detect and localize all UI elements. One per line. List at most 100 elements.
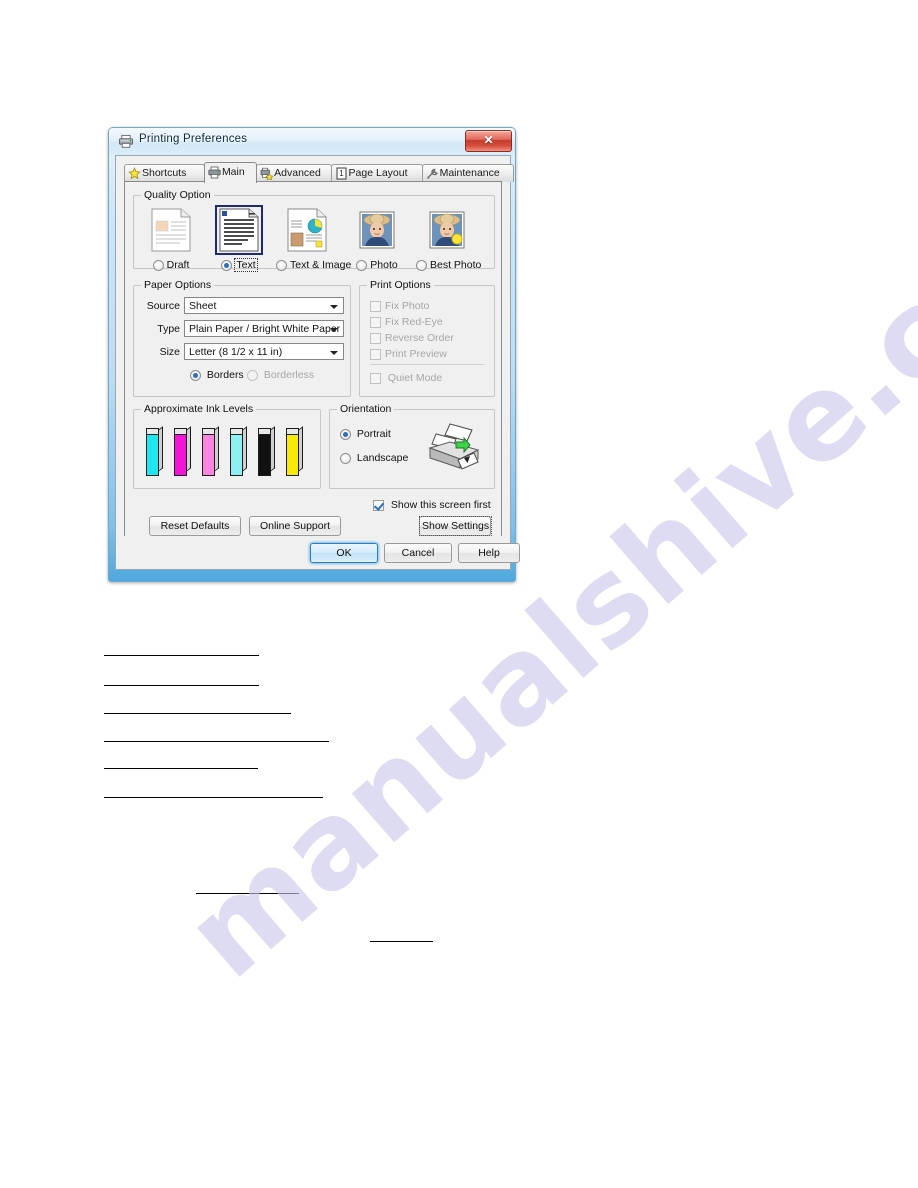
- portrait-radio[interactable]: [340, 428, 351, 440]
- quality-item-photo[interactable]: Photo: [346, 208, 408, 271]
- portrait-radio-row[interactable]: Portrait: [340, 428, 391, 440]
- tab-page-main: Quality Option Draft Text Text & Image Phot…: [124, 181, 502, 563]
- quality-radio-draft[interactable]: [152, 259, 164, 271]
- source-select[interactable]: Sheet: [184, 297, 344, 314]
- borders-radio[interactable]: [190, 369, 201, 381]
- help-button[interactable]: Help: [458, 543, 520, 563]
- quality-item-labelrow: Draft: [140, 259, 202, 271]
- show-settings-label: Show Settings: [418, 516, 493, 536]
- chevron-down-icon: [330, 305, 338, 309]
- print-option-label: Fix Photo: [385, 300, 430, 313]
- ink-cartridge-cap: [174, 428, 187, 435]
- source-value: Sheet: [189, 300, 217, 312]
- tab-maintenance[interactable]: Maintenance: [421, 164, 514, 182]
- page-layout-icon: 1: [335, 167, 348, 180]
- tab-advanced[interactable]: Advanced: [256, 164, 332, 182]
- size-select[interactable]: Letter (8 1/2 x 11 in): [184, 343, 344, 360]
- photo-thumb[interactable]: [356, 208, 398, 252]
- orientation-group: Orientation Portrait Landscape: [329, 403, 495, 489]
- quality-radio-text[interactable]: [221, 259, 233, 271]
- quality-item-labelrow: Text & Image: [276, 259, 351, 271]
- tab-shortcuts[interactable]: Shortcuts: [124, 164, 205, 182]
- quality-radio-best-photo[interactable]: [416, 259, 427, 271]
- landscape-radio[interactable]: [340, 452, 351, 464]
- dialog-button-bar: OK Cancel Help: [115, 536, 520, 570]
- print-option-fix-red-eye[interactable]: Fix Red-Eye: [370, 316, 443, 328]
- wrench-icon: [426, 167, 439, 180]
- quality-item-label: Photo: [370, 259, 398, 272]
- help-label: Help: [478, 547, 500, 559]
- document-rule: [104, 768, 258, 769]
- ink-cartridge-cap: [146, 428, 159, 435]
- reset-defaults-label: Reset Defaults: [160, 520, 230, 532]
- quality-radio-text-image[interactable]: [276, 259, 287, 271]
- ink-cartridge-body: [286, 434, 299, 476]
- print-option-checkbox[interactable]: [370, 332, 381, 344]
- borders-radio-row[interactable]: Borders: [190, 369, 244, 381]
- document-rule: [104, 713, 291, 714]
- online-support-label: Online Support: [259, 520, 331, 532]
- text-image-thumb[interactable]: [286, 208, 328, 252]
- document-rule: [196, 893, 299, 894]
- borderless-label: Borderless: [263, 369, 315, 382]
- type-label: Type: [157, 323, 180, 335]
- type-select[interactable]: Plain Paper / Bright White Paper: [184, 320, 344, 337]
- printer-icon: [118, 134, 134, 149]
- borderless-radio[interactable]: [247, 369, 258, 381]
- best-photo-thumb[interactable]: [426, 208, 468, 252]
- print-option-checkbox[interactable]: [370, 316, 381, 328]
- quality-item-text[interactable]: Text: [208, 205, 270, 273]
- quality-option-title: Quality Option: [141, 189, 214, 201]
- size-value: Letter (8 1/2 x 11 in): [189, 346, 283, 358]
- reset-defaults-button[interactable]: Reset Defaults: [149, 516, 241, 536]
- tab-page-layout[interactable]: 1 Page Layout: [330, 164, 423, 182]
- ink-cartridge-light-magenta: [202, 426, 219, 476]
- printer-icon: [208, 166, 221, 179]
- quality-item-labelrow: Best Photo: [416, 259, 481, 271]
- orientation-title: Orientation: [337, 403, 395, 415]
- close-button[interactable]: ✕: [465, 130, 512, 152]
- printer-3d-icon: [420, 420, 486, 478]
- star-icon: [128, 166, 141, 180]
- ink-cartridge-cap: [258, 428, 271, 435]
- document-rule: [104, 655, 259, 656]
- draft-thumb[interactable]: [150, 208, 192, 252]
- ink-cartridge-magenta: [174, 426, 191, 476]
- quality-item-label: Draft: [166, 259, 190, 272]
- landscape-radio-row[interactable]: Landscape: [340, 452, 408, 464]
- chevron-down-icon: [330, 328, 338, 332]
- ink-cartridge-yellow: [286, 426, 303, 476]
- print-option-print-preview[interactable]: Print Preview: [370, 348, 447, 360]
- borderless-radio-row[interactable]: Borderless: [247, 369, 314, 381]
- quality-radio-photo[interactable]: [356, 259, 368, 271]
- tab-main[interactable]: Main: [203, 162, 258, 183]
- tab-label: Maintenance: [439, 167, 500, 179]
- quality-item-text-image[interactable]: Text & Image: [276, 208, 351, 271]
- text-thumb[interactable]: [215, 205, 263, 255]
- quality-item-label: Text: [234, 258, 258, 273]
- ink-cartridge-light-cyan: [230, 426, 247, 476]
- print-option-reverse-order[interactable]: Reverse Order: [370, 332, 454, 344]
- ink-cartridge-body: [258, 434, 271, 476]
- quality-item-best-photo[interactable]: Best Photo: [416, 208, 481, 271]
- ink-cartridge-body: [146, 434, 159, 476]
- ok-button[interactable]: OK: [310, 543, 378, 563]
- chevron-down-icon: [330, 351, 338, 355]
- print-option-checkbox[interactable]: [370, 300, 381, 312]
- quiet-mode-checkbox[interactable]: [370, 372, 381, 384]
- window-client-area: Shortcuts Main Advanced 1 Page Layout Mainten…: [115, 155, 514, 570]
- paper-options-group: Paper Options Source Sheet Type Plain Pa…: [133, 279, 351, 397]
- show-first-row[interactable]: Show this screen first: [373, 499, 491, 511]
- print-option-checkbox[interactable]: [370, 348, 381, 360]
- ink-cartridge-cap: [202, 428, 215, 435]
- print-option-label: Fix Red-Eye: [385, 316, 443, 329]
- online-support-button[interactable]: Online Support: [249, 516, 341, 536]
- ink-cartridge-body: [202, 434, 215, 476]
- show-first-checkbox[interactable]: [373, 499, 384, 511]
- quality-item-draft[interactable]: Draft: [140, 208, 202, 271]
- quiet-mode-row[interactable]: Quiet Mode: [370, 372, 442, 384]
- cancel-button[interactable]: Cancel: [384, 543, 452, 563]
- print-option-fix-photo[interactable]: Fix Photo: [370, 300, 429, 312]
- ink-cartridge-body: [230, 434, 243, 476]
- show-settings-button[interactable]: Show Settings: [418, 516, 493, 536]
